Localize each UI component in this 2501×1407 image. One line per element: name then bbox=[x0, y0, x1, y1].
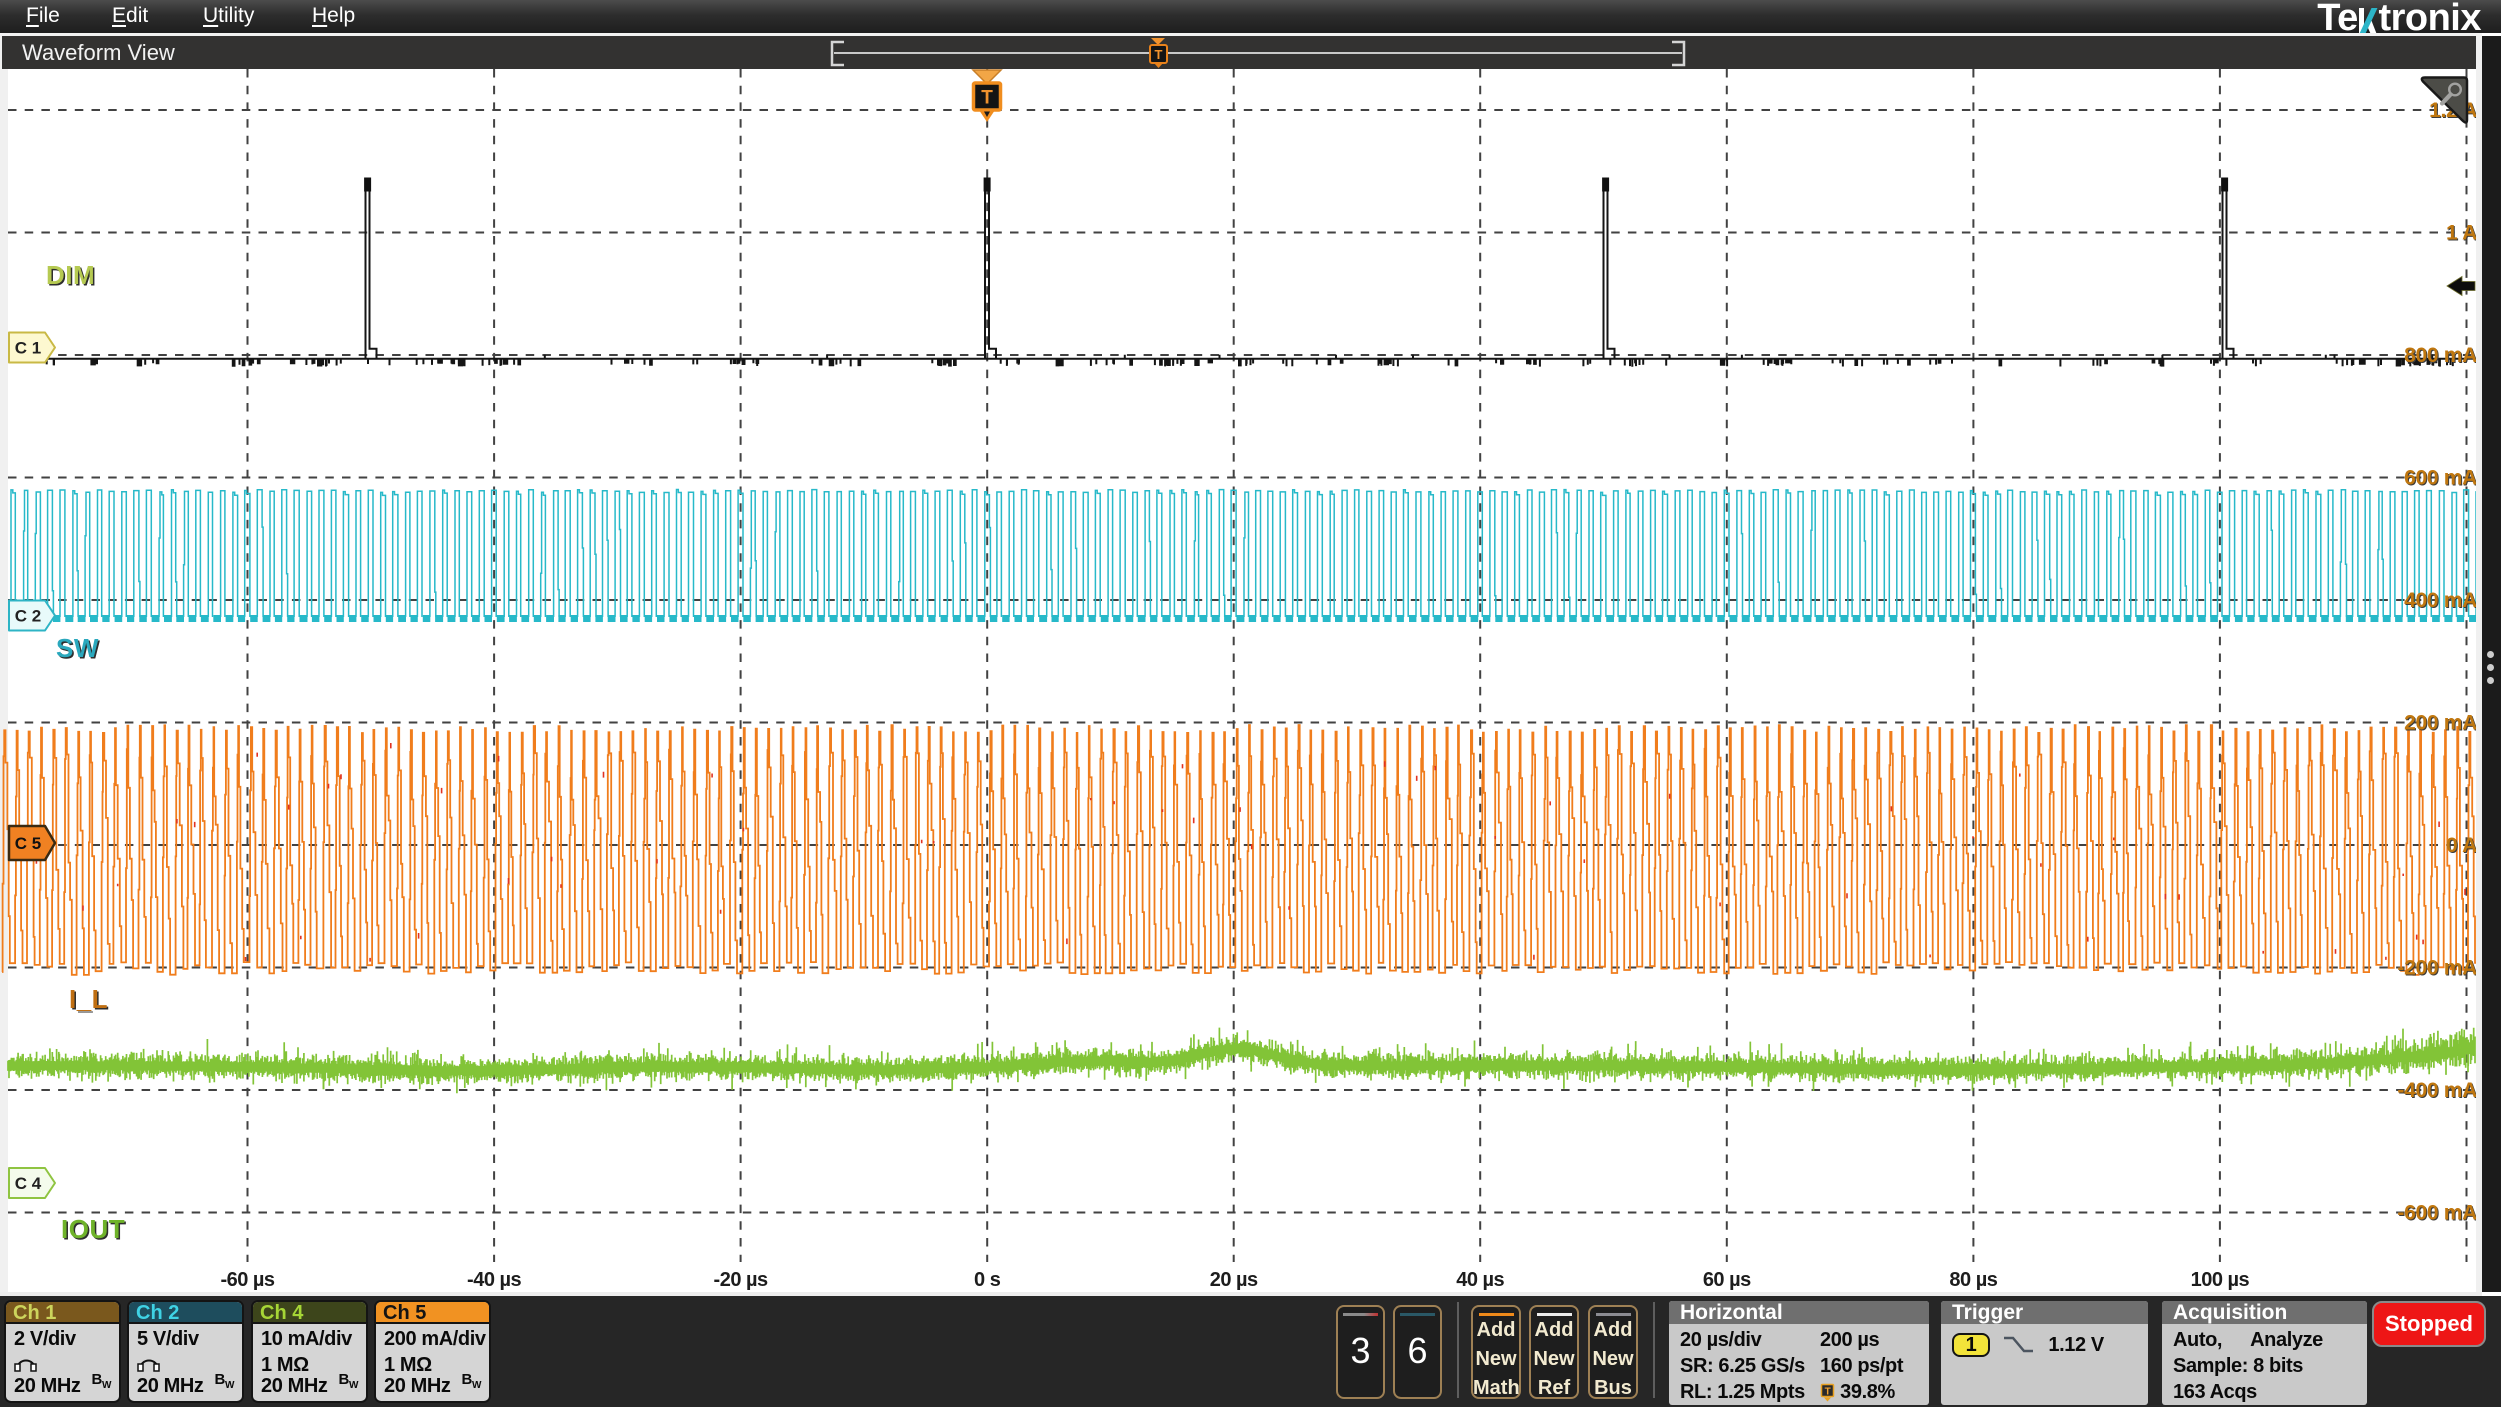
svg-text:80 µs: 80 µs bbox=[1949, 1269, 1997, 1291]
svg-text:C 5: C 5 bbox=[15, 834, 41, 853]
svg-text:C 1: C 1 bbox=[15, 339, 41, 358]
svg-text:20 µs: 20 µs bbox=[1210, 1269, 1258, 1291]
svg-text:I_L: I_L bbox=[69, 984, 108, 1014]
svg-text:-400 mA: -400 mA bbox=[2397, 1079, 2477, 1102]
svg-text:40 µs: 40 µs bbox=[1456, 1269, 1504, 1291]
svg-text:-60 µs: -60 µs bbox=[220, 1269, 274, 1291]
svg-text:-200 mA: -200 mA bbox=[2397, 957, 2477, 980]
svg-text:600 mA: 600 mA bbox=[2404, 467, 2477, 490]
svg-text:-40 µs: -40 µs bbox=[467, 1269, 521, 1291]
svg-text:T: T bbox=[981, 88, 993, 109]
svg-text:100 µs: 100 µs bbox=[2191, 1269, 2250, 1291]
svg-text:C 4: C 4 bbox=[15, 1174, 42, 1193]
svg-text:200 mA: 200 mA bbox=[2404, 712, 2477, 735]
svg-text:IOUT: IOUT bbox=[61, 1214, 125, 1244]
svg-text:800 mA: 800 mA bbox=[2404, 344, 2477, 367]
svg-text:60 µs: 60 µs bbox=[1703, 1269, 1751, 1291]
svg-text:SW: SW bbox=[56, 633, 99, 663]
svg-text:1 A: 1 A bbox=[2446, 222, 2477, 245]
svg-text:T: T bbox=[1825, 1387, 1831, 1398]
svg-text:0 A: 0 A bbox=[2446, 834, 2477, 857]
svg-text:400 mA: 400 mA bbox=[2404, 589, 2477, 612]
svg-text:DIM: DIM bbox=[46, 260, 95, 290]
svg-text:-20 µs: -20 µs bbox=[714, 1269, 768, 1291]
svg-text:0 s: 0 s bbox=[974, 1269, 1001, 1291]
svg-text:C 2: C 2 bbox=[15, 607, 41, 626]
svg-text:-600 mA: -600 mA bbox=[2397, 1202, 2477, 1225]
